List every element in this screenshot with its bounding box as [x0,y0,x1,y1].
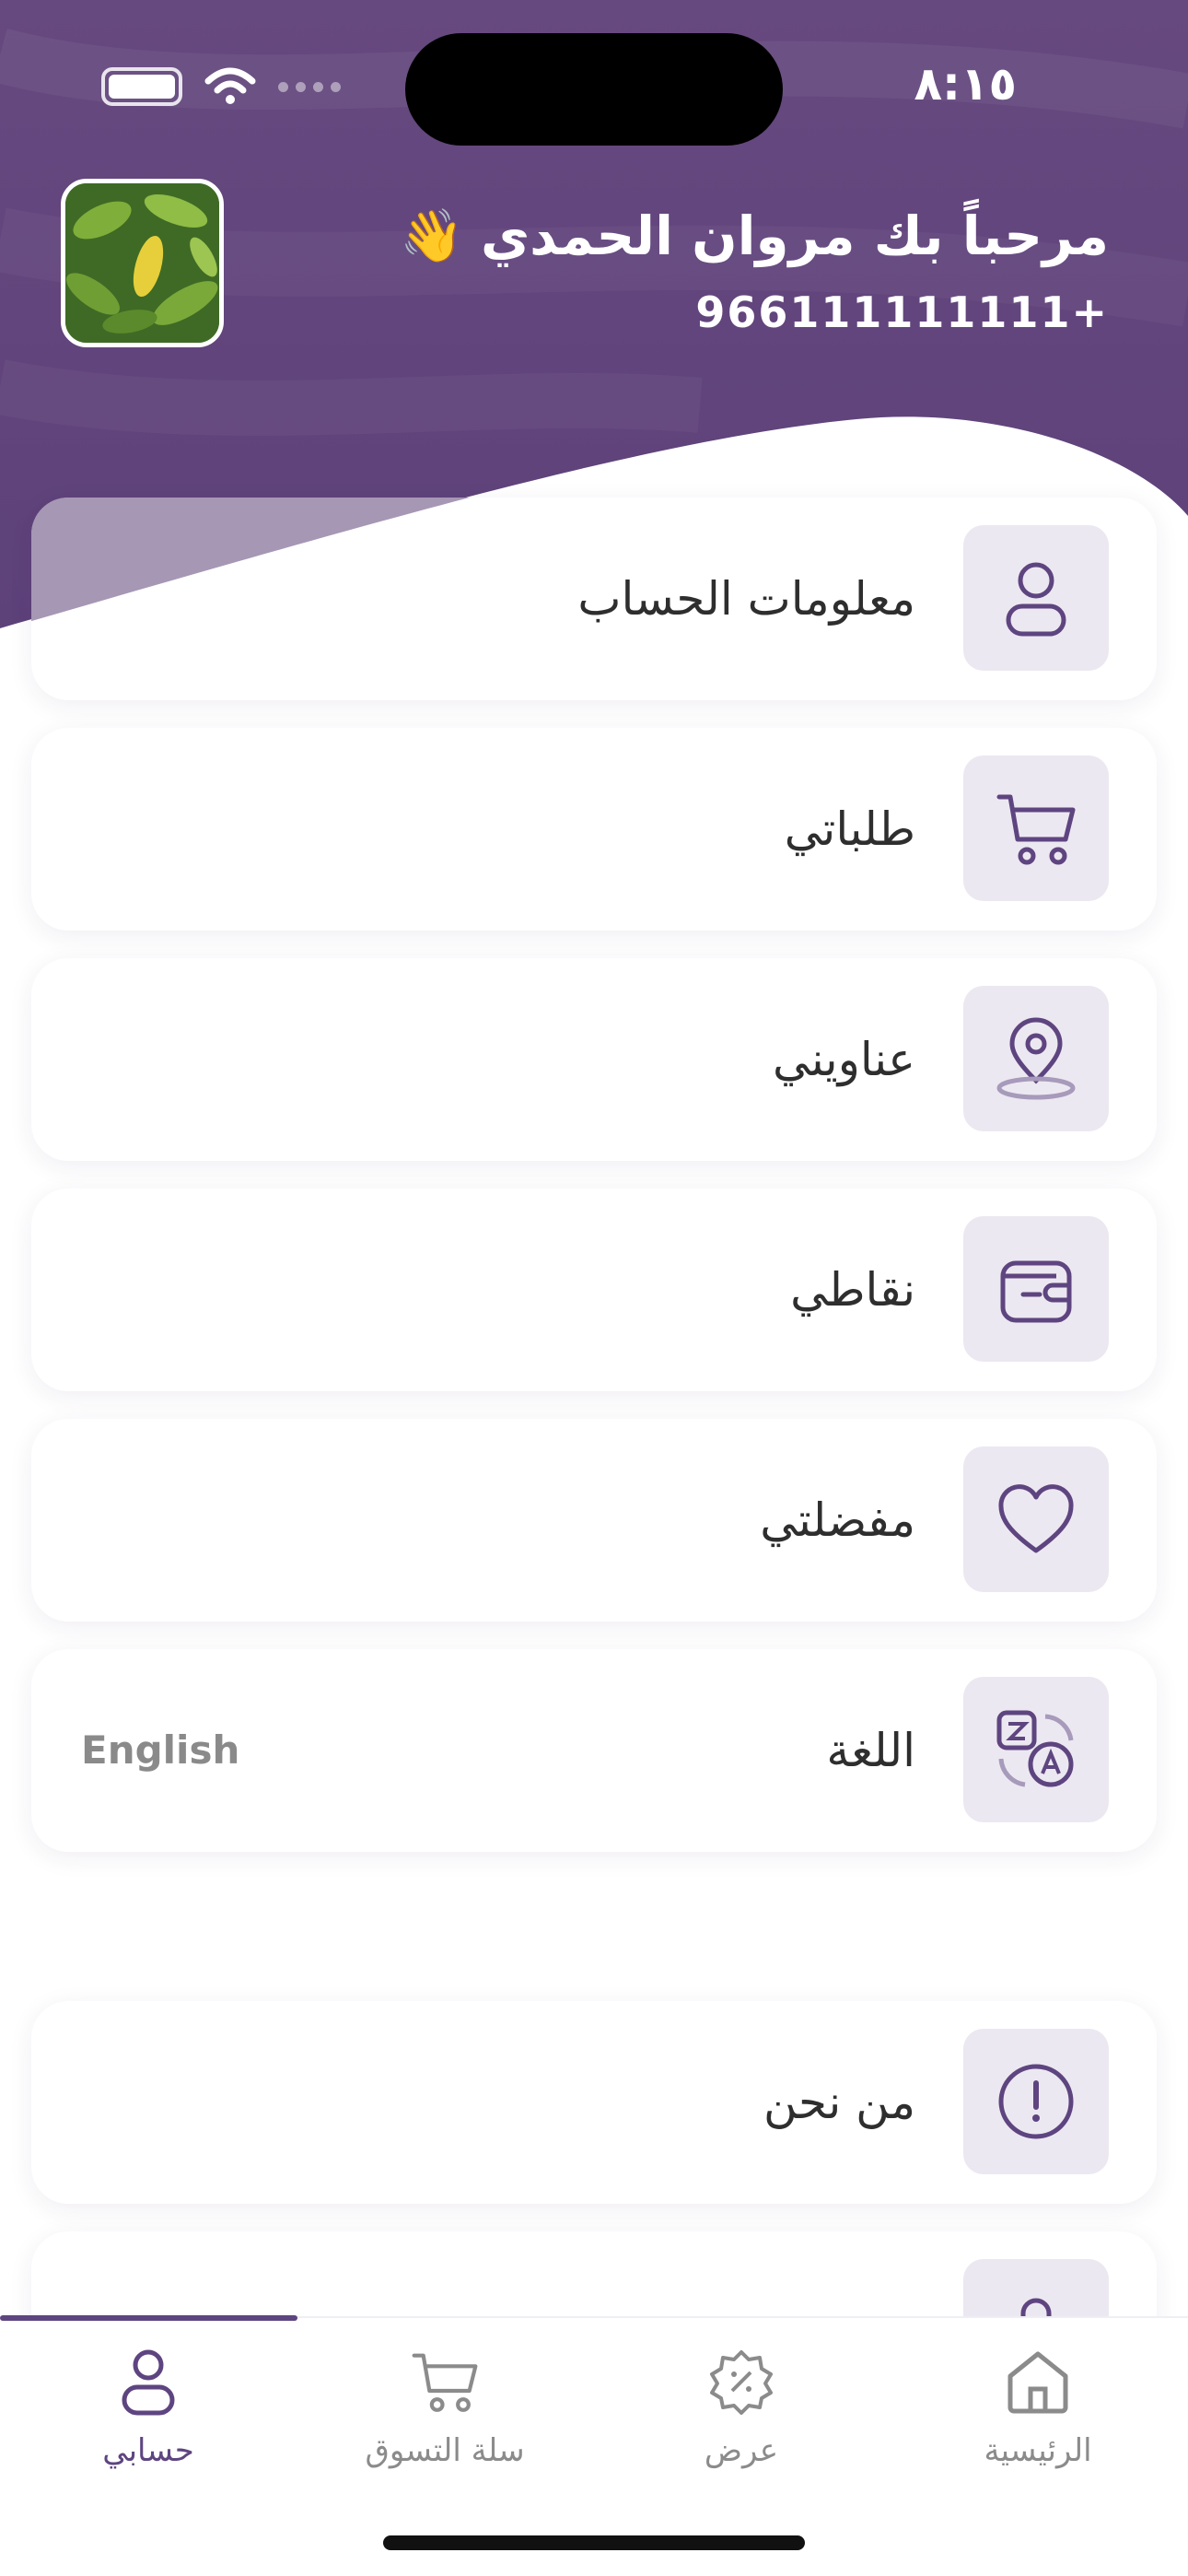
wallet-icon [963,1216,1109,1362]
user-icon [0,2340,297,2423]
menu-item-language[interactable]: اللغة English [31,1649,1157,1852]
menu-item-label: اللغة [826,1724,915,1777]
nav-tab-offers[interactable]: عرض [593,2340,890,2469]
battery-icon [101,67,182,106]
language-value: English [81,1727,240,1773]
signal-icon [278,81,341,92]
menu-item-label: نقاطي [790,1263,915,1317]
cart-icon [963,755,1109,901]
info-icon [963,2029,1109,2174]
nav-label: الرئيسية [984,2432,1092,2469]
status-time: ٨:١٥ [914,57,1017,111]
avatar-image [65,183,219,343]
nav-label: سلة التسوق [365,2432,525,2469]
home-icon [890,2340,1186,2423]
menu-item-label: طلباتي [784,802,915,856]
translate-icon [963,1677,1109,1822]
menu-item-about[interactable]: من نحن [31,2001,1157,2204]
menu-item-points[interactable]: نقاطي [31,1188,1157,1391]
phone-number: 966111111111+ [695,287,1109,337]
home-indicator [383,2535,805,2550]
heart-icon [963,1446,1109,1592]
menu-item-addresses[interactable]: عناويني [31,958,1157,1161]
menu-item-account-info[interactable]: معلومات الحساب [31,498,1157,700]
menu-item-favorites[interactable]: مفضلتي [31,1419,1157,1622]
menu-item-label: من نحن [763,2076,915,2129]
location-pin-icon [963,986,1109,1131]
discount-badge-icon [593,2340,890,2423]
nav-tab-home[interactable]: الرئيسية [890,2340,1186,2469]
cart-icon [297,2340,593,2423]
nav-tab-cart[interactable]: سلة التسوق [297,2340,593,2469]
status-icons [101,66,341,107]
menu-item-label: عناويني [773,1033,915,1086]
nav-label: عرض [704,2432,779,2469]
greeting-text: مرحباً بك مروان الحمدي [480,205,1109,267]
user-icon [963,525,1109,671]
menu-item-label: معلومات الحساب [577,572,915,626]
greeting: مرحباً بك مروان الحمدي 👋 [400,205,1109,267]
active-tab-indicator [0,2315,297,2321]
wifi-icon [204,67,256,104]
dynamic-island [405,33,783,146]
menu-item-label: مفضلتي [760,1493,915,1547]
menu-item-orders[interactable]: طلباتي [31,728,1157,931]
nav-tab-account[interactable]: حسابي [0,2340,297,2469]
nav-label: حسابي [102,2432,194,2469]
wave-emoji: 👋 [400,206,464,266]
avatar[interactable] [61,179,224,347]
